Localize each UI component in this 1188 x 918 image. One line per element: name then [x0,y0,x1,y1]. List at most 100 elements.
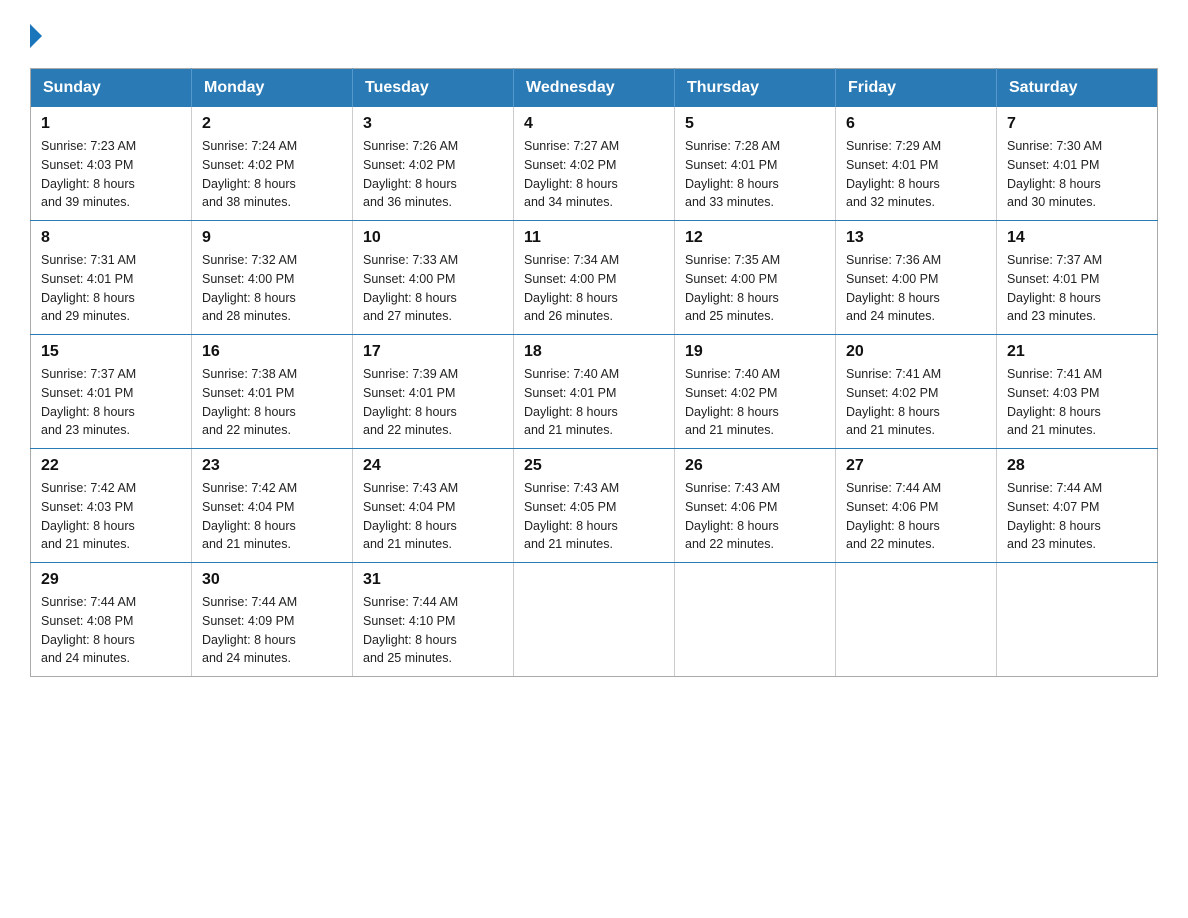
calendar-cell: 30 Sunrise: 7:44 AMSunset: 4:09 PMDaylig… [192,563,353,677]
calendar-cell: 22 Sunrise: 7:42 AMSunset: 4:03 PMDaylig… [31,449,192,563]
day-number: 10 [363,229,503,247]
day-info: Sunrise: 7:33 AMSunset: 4:00 PMDaylight:… [363,251,503,326]
day-number: 3 [363,115,503,133]
calendar-cell: 6 Sunrise: 7:29 AMSunset: 4:01 PMDayligh… [836,107,997,221]
day-info: Sunrise: 7:42 AMSunset: 4:03 PMDaylight:… [41,479,181,554]
calendar-cell: 31 Sunrise: 7:44 AMSunset: 4:10 PMDaylig… [353,563,514,677]
day-info: Sunrise: 7:44 AMSunset: 4:10 PMDaylight:… [363,593,503,668]
day-info: Sunrise: 7:26 AMSunset: 4:02 PMDaylight:… [363,137,503,212]
calendar-cell [997,563,1158,677]
header-monday: Monday [192,69,353,108]
calendar-cell: 23 Sunrise: 7:42 AMSunset: 4:04 PMDaylig… [192,449,353,563]
calendar-table: SundayMondayTuesdayWednesdayThursdayFrid… [30,68,1158,677]
day-number: 30 [202,571,342,589]
week-row-5: 29 Sunrise: 7:44 AMSunset: 4:08 PMDaylig… [31,563,1158,677]
day-number: 12 [685,229,825,247]
calendar-cell: 13 Sunrise: 7:36 AMSunset: 4:00 PMDaylig… [836,221,997,335]
calendar-cell: 27 Sunrise: 7:44 AMSunset: 4:06 PMDaylig… [836,449,997,563]
header-tuesday: Tuesday [353,69,514,108]
calendar-cell: 16 Sunrise: 7:38 AMSunset: 4:01 PMDaylig… [192,335,353,449]
day-number: 9 [202,229,342,247]
day-info: Sunrise: 7:37 AMSunset: 4:01 PMDaylight:… [41,365,181,440]
calendar-cell: 19 Sunrise: 7:40 AMSunset: 4:02 PMDaylig… [675,335,836,449]
day-number: 27 [846,457,986,475]
calendar-cell: 24 Sunrise: 7:43 AMSunset: 4:04 PMDaylig… [353,449,514,563]
calendar-cell: 14 Sunrise: 7:37 AMSunset: 4:01 PMDaylig… [997,221,1158,335]
week-row-4: 22 Sunrise: 7:42 AMSunset: 4:03 PMDaylig… [31,449,1158,563]
day-number: 2 [202,115,342,133]
day-info: Sunrise: 7:36 AMSunset: 4:00 PMDaylight:… [846,251,986,326]
week-row-2: 8 Sunrise: 7:31 AMSunset: 4:01 PMDayligh… [31,221,1158,335]
calendar-cell: 26 Sunrise: 7:43 AMSunset: 4:06 PMDaylig… [675,449,836,563]
day-info: Sunrise: 7:40 AMSunset: 4:02 PMDaylight:… [685,365,825,440]
day-info: Sunrise: 7:44 AMSunset: 4:08 PMDaylight:… [41,593,181,668]
day-info: Sunrise: 7:43 AMSunset: 4:06 PMDaylight:… [685,479,825,554]
calendar-header-row: SundayMondayTuesdayWednesdayThursdayFrid… [31,69,1158,108]
day-info: Sunrise: 7:38 AMSunset: 4:01 PMDaylight:… [202,365,342,440]
day-info: Sunrise: 7:27 AMSunset: 4:02 PMDaylight:… [524,137,664,212]
day-number: 21 [1007,343,1147,361]
calendar-cell: 9 Sunrise: 7:32 AMSunset: 4:00 PMDayligh… [192,221,353,335]
calendar-cell: 5 Sunrise: 7:28 AMSunset: 4:01 PMDayligh… [675,107,836,221]
calendar-cell: 12 Sunrise: 7:35 AMSunset: 4:00 PMDaylig… [675,221,836,335]
page-header [30,20,1158,48]
logo [30,20,42,48]
day-info: Sunrise: 7:29 AMSunset: 4:01 PMDaylight:… [846,137,986,212]
day-number: 31 [363,571,503,589]
day-info: Sunrise: 7:42 AMSunset: 4:04 PMDaylight:… [202,479,342,554]
day-number: 14 [1007,229,1147,247]
day-info: Sunrise: 7:30 AMSunset: 4:01 PMDaylight:… [1007,137,1147,212]
day-number: 11 [524,229,664,247]
day-number: 18 [524,343,664,361]
day-number: 29 [41,571,181,589]
calendar-cell [675,563,836,677]
calendar-cell: 11 Sunrise: 7:34 AMSunset: 4:00 PMDaylig… [514,221,675,335]
calendar-cell: 2 Sunrise: 7:24 AMSunset: 4:02 PMDayligh… [192,107,353,221]
calendar-cell: 8 Sunrise: 7:31 AMSunset: 4:01 PMDayligh… [31,221,192,335]
day-number: 19 [685,343,825,361]
day-number: 1 [41,115,181,133]
calendar-cell: 15 Sunrise: 7:37 AMSunset: 4:01 PMDaylig… [31,335,192,449]
calendar-cell: 28 Sunrise: 7:44 AMSunset: 4:07 PMDaylig… [997,449,1158,563]
day-number: 6 [846,115,986,133]
day-info: Sunrise: 7:43 AMSunset: 4:05 PMDaylight:… [524,479,664,554]
calendar-cell: 18 Sunrise: 7:40 AMSunset: 4:01 PMDaylig… [514,335,675,449]
header-wednesday: Wednesday [514,69,675,108]
day-number: 20 [846,343,986,361]
day-number: 22 [41,457,181,475]
day-number: 28 [1007,457,1147,475]
day-info: Sunrise: 7:41 AMSunset: 4:03 PMDaylight:… [1007,365,1147,440]
day-info: Sunrise: 7:24 AMSunset: 4:02 PMDaylight:… [202,137,342,212]
calendar-cell: 17 Sunrise: 7:39 AMSunset: 4:01 PMDaylig… [353,335,514,449]
calendar-cell: 25 Sunrise: 7:43 AMSunset: 4:05 PMDaylig… [514,449,675,563]
day-number: 7 [1007,115,1147,133]
day-info: Sunrise: 7:40 AMSunset: 4:01 PMDaylight:… [524,365,664,440]
day-info: Sunrise: 7:28 AMSunset: 4:01 PMDaylight:… [685,137,825,212]
week-row-3: 15 Sunrise: 7:37 AMSunset: 4:01 PMDaylig… [31,335,1158,449]
calendar-cell: 29 Sunrise: 7:44 AMSunset: 4:08 PMDaylig… [31,563,192,677]
day-info: Sunrise: 7:44 AMSunset: 4:06 PMDaylight:… [846,479,986,554]
day-number: 13 [846,229,986,247]
calendar-cell [836,563,997,677]
day-info: Sunrise: 7:23 AMSunset: 4:03 PMDaylight:… [41,137,181,212]
calendar-cell: 7 Sunrise: 7:30 AMSunset: 4:01 PMDayligh… [997,107,1158,221]
day-number: 15 [41,343,181,361]
logo-triangle-icon [30,24,42,48]
header-friday: Friday [836,69,997,108]
day-number: 23 [202,457,342,475]
day-number: 25 [524,457,664,475]
calendar-cell [514,563,675,677]
day-info: Sunrise: 7:44 AMSunset: 4:09 PMDaylight:… [202,593,342,668]
day-info: Sunrise: 7:44 AMSunset: 4:07 PMDaylight:… [1007,479,1147,554]
calendar-cell: 20 Sunrise: 7:41 AMSunset: 4:02 PMDaylig… [836,335,997,449]
calendar-cell: 21 Sunrise: 7:41 AMSunset: 4:03 PMDaylig… [997,335,1158,449]
day-info: Sunrise: 7:35 AMSunset: 4:00 PMDaylight:… [685,251,825,326]
day-number: 8 [41,229,181,247]
day-number: 16 [202,343,342,361]
calendar-cell: 3 Sunrise: 7:26 AMSunset: 4:02 PMDayligh… [353,107,514,221]
day-info: Sunrise: 7:37 AMSunset: 4:01 PMDaylight:… [1007,251,1147,326]
day-number: 5 [685,115,825,133]
day-number: 4 [524,115,664,133]
day-number: 17 [363,343,503,361]
day-info: Sunrise: 7:32 AMSunset: 4:00 PMDaylight:… [202,251,342,326]
